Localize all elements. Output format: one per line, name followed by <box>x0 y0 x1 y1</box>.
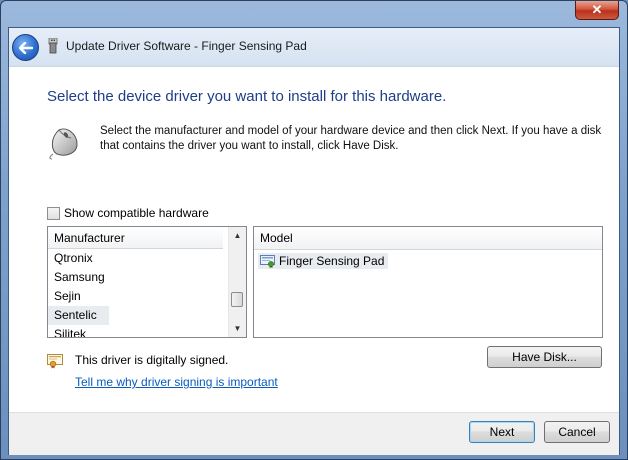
manufacturer-item[interactable]: Silitek <box>48 325 230 337</box>
model-item-selected[interactable]: Finger Sensing Pad <box>258 253 389 269</box>
dialog-footer: Next Cancel <box>9 412 619 455</box>
model-row: Finger Sensing Pad <box>254 250 602 272</box>
model-item-label[interactable]: Finger Sensing Pad <box>279 254 384 268</box>
close-button[interactable]: ✕ <box>575 1 619 20</box>
page-description: Select the manufacturer and model of you… <box>100 125 602 152</box>
next-button[interactable]: Next <box>469 421 535 443</box>
manufacturer-scrollbar[interactable]: ▲ ▼ <box>228 227 246 337</box>
usb-device-icon <box>48 38 58 54</box>
manufacturer-item[interactable]: Sejin <box>48 287 230 306</box>
driver-signing-link[interactable]: Tell me why driver signing is important <box>75 375 278 389</box>
digitally-signed-icon <box>47 354 63 369</box>
manufacturer-list[interactable]: Manufacturer Qtronix Samsung Sejin Sente… <box>47 226 247 338</box>
manufacturer-items: Qtronix Samsung Sejin Sentelic Silitek <box>48 249 230 337</box>
manufacturer-column-header[interactable]: Manufacturer <box>48 227 223 249</box>
manufacturer-item-selected[interactable]: Sentelic <box>48 306 109 325</box>
show-compatible-checkbox[interactable] <box>47 206 60 220</box>
have-disk-button[interactable]: Have Disk... <box>487 346 602 368</box>
compatible-hardware-option[interactable]: Show compatible hardware <box>47 206 209 220</box>
page-instruction: Select the device driver you want to ins… <box>47 88 447 105</box>
mouse-icon <box>49 128 78 160</box>
dialog-window: ✕ Update Driver Software - Finger Sensin… <box>0 0 628 460</box>
manufacturer-item[interactable]: Samsung <box>48 268 230 287</box>
certified-driver-icon <box>260 254 275 268</box>
cancel-button[interactable]: Cancel <box>544 421 610 443</box>
manufacturer-item[interactable]: Qtronix <box>48 249 230 268</box>
back-button[interactable] <box>12 34 39 61</box>
scroll-up-icon[interactable]: ▲ <box>229 227 246 244</box>
model-column-header[interactable]: Model <box>254 227 602 250</box>
scroll-thumb[interactable] <box>231 292 243 307</box>
driver-signed-status: This driver is digitally signed. <box>75 353 229 367</box>
model-list[interactable]: Model Finger Sensing Pad <box>253 226 603 338</box>
back-arrow-icon[interactable] <box>18 41 33 54</box>
scroll-down-icon[interactable]: ▼ <box>229 320 246 337</box>
dialog-header: Update Driver Software - Finger Sensing … <box>9 28 619 67</box>
close-icon[interactable]: ✕ <box>592 2 603 18</box>
dialog-client-area: Update Driver Software - Finger Sensing … <box>8 27 620 455</box>
show-compatible-label[interactable]: Show compatible hardware <box>64 206 209 220</box>
dialog-title: Update Driver Software - Finger Sensing … <box>66 39 307 53</box>
